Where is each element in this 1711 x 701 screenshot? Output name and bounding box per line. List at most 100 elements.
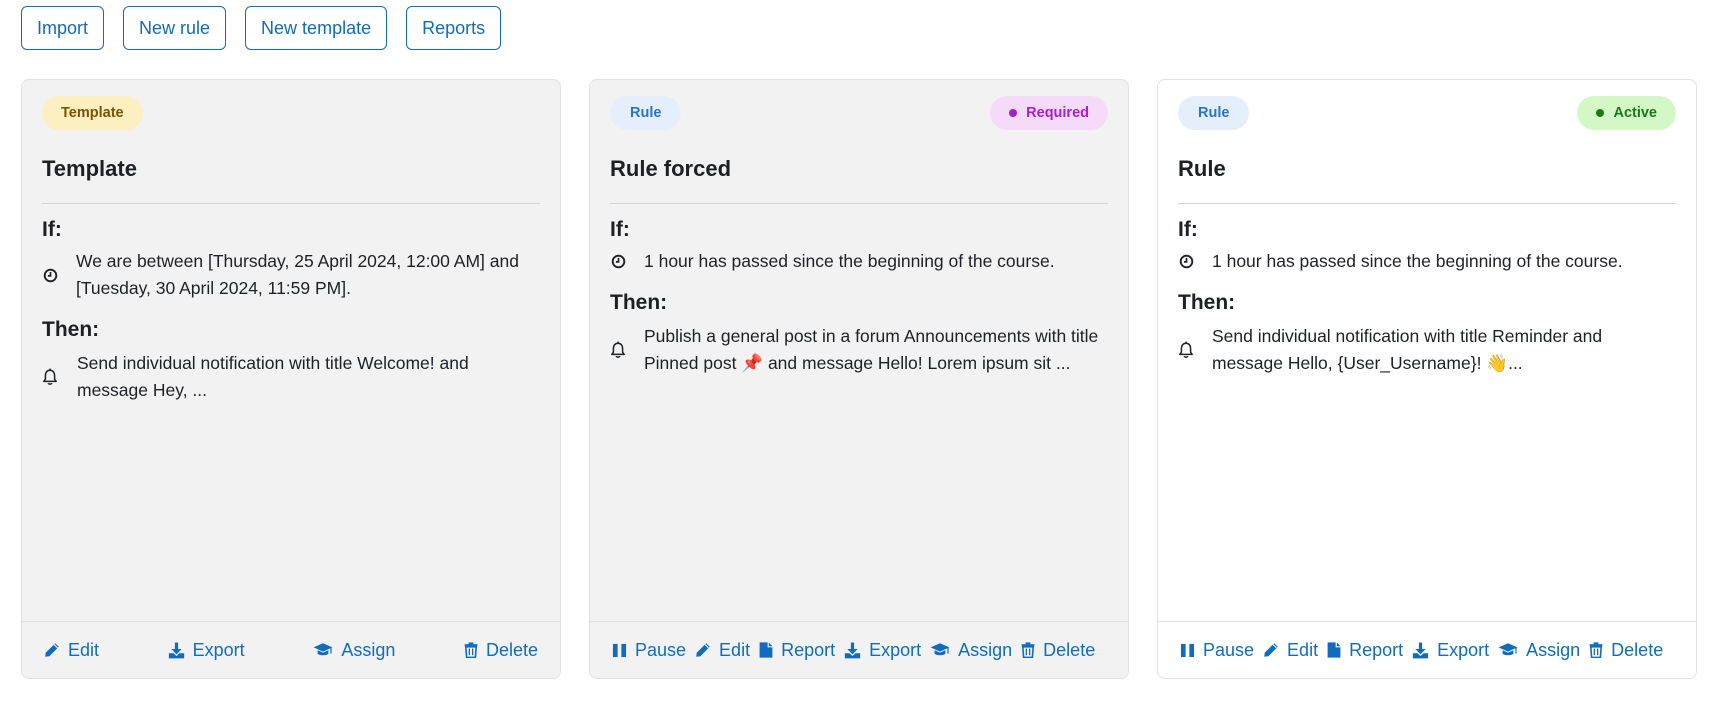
card-footer: Pause Edit Report Export Assign Delete: [590, 621, 1128, 678]
action-text: Send individual notification with title …: [77, 353, 469, 400]
pause-action[interactable]: Pause: [612, 640, 686, 661]
status-label: Active: [1613, 105, 1657, 121]
graduation-cap-icon: [1498, 642, 1518, 658]
pause-icon: [1180, 643, 1195, 658]
graduation-cap-icon: [313, 642, 333, 658]
card-body: Rule Required Rule forced If: 1 hour has…: [610, 96, 1108, 377]
if-label: If:: [42, 218, 62, 241]
divider: [610, 203, 1108, 204]
status-dot: [1596, 109, 1605, 117]
badge-row: Rule Active: [1178, 96, 1676, 130]
pencil-icon: [1263, 642, 1279, 658]
graduation-cap-icon: [930, 642, 950, 658]
assign-action[interactable]: Assign: [313, 640, 395, 661]
export-label: Export: [1437, 639, 1490, 660]
then-label: Then:: [1178, 291, 1236, 314]
then-label: Then:: [610, 291, 668, 314]
bell-icon: [42, 368, 58, 386]
delete-action[interactable]: Delete: [1021, 640, 1095, 661]
report-label: Report: [781, 639, 836, 660]
status-dot: [1009, 109, 1018, 117]
pencil-icon: [695, 642, 711, 658]
edit-label: Edit: [1287, 639, 1319, 660]
then-label: Then:: [42, 318, 100, 341]
card-title: Rule: [1178, 156, 1226, 181]
badge-row: Template: [42, 96, 540, 130]
edit-label: Edit: [68, 639, 100, 660]
status-badge: Required: [990, 96, 1108, 130]
type-badge: Rule: [610, 96, 682, 130]
action-item: Send individual notification with title …: [42, 350, 540, 404]
toolbar: Import New rule New template Reports: [21, 6, 502, 50]
import-button[interactable]: Import: [21, 6, 105, 50]
status-label: Required: [1026, 105, 1089, 121]
delete-label: Delete: [485, 639, 538, 660]
export-action[interactable]: Export: [1412, 640, 1489, 661]
bell-icon: [610, 341, 626, 359]
card-body: Template Template If: We are between [Th…: [42, 96, 540, 404]
pause-label: Pause: [635, 639, 687, 660]
pause-action[interactable]: Pause: [1180, 640, 1254, 661]
edit-action[interactable]: Edit: [1263, 640, 1318, 661]
rule-card: Rule Active Rule If: 1 hour has passed s…: [1157, 79, 1697, 679]
file-icon: [759, 642, 773, 658]
export-action[interactable]: Export: [168, 640, 245, 661]
delete-label: Delete: [1611, 639, 1664, 660]
divider: [42, 203, 540, 204]
export-action[interactable]: Export: [844, 640, 921, 661]
card-body: Rule Active Rule If: 1 hour has passed s…: [1178, 96, 1676, 377]
delete-label: Delete: [1043, 639, 1096, 660]
download-icon: [168, 642, 185, 659]
delete-action[interactable]: Delete: [1589, 640, 1663, 661]
type-badge: Template: [42, 96, 143, 130]
card-title: Rule forced: [610, 156, 732, 181]
template-card: Template Template If: We are between [Th…: [21, 79, 561, 679]
if-label: If:: [610, 218, 630, 241]
export-label: Export: [192, 639, 245, 660]
assign-label: Assign: [341, 639, 396, 660]
assign-action[interactable]: Assign: [1498, 640, 1580, 661]
trash-icon: [1589, 642, 1603, 658]
report-action[interactable]: Report: [759, 640, 835, 661]
pencil-icon: [44, 642, 60, 658]
new-template-button[interactable]: New template: [245, 6, 388, 50]
assign-label: Assign: [1526, 639, 1581, 660]
status-badge: Active: [1577, 96, 1676, 130]
if-label: If:: [1178, 218, 1198, 241]
rule-forced-card: Rule Required Rule forced If: 1 hour has…: [589, 79, 1129, 679]
download-icon: [844, 642, 861, 659]
action-item: Publish a general post in a forum Announ…: [610, 323, 1108, 377]
edit-label: Edit: [719, 639, 751, 660]
export-label: Export: [869, 639, 922, 660]
bell-icon: [1178, 341, 1194, 359]
reports-button[interactable]: Reports: [406, 6, 502, 50]
badge-row: Rule Required: [610, 96, 1108, 130]
clock-icon: [610, 253, 626, 271]
divider: [1178, 203, 1676, 204]
action-text: Send individual notification with title …: [1212, 326, 1603, 373]
edit-action[interactable]: Edit: [695, 640, 750, 661]
condition-item: 1 hour has passed since the beginning of…: [610, 248, 1108, 275]
edit-action[interactable]: Edit: [44, 640, 99, 661]
assign-label: Assign: [958, 639, 1013, 660]
condition-item: We are between [Thursday, 25 April 2024,…: [42, 248, 540, 302]
condition-text: 1 hour has passed since the beginning of…: [644, 251, 1055, 271]
action-text: Publish a general post in a forum Announ…: [644, 326, 1099, 373]
report-label: Report: [1349, 639, 1404, 660]
card-footer: Edit Export Assign Delete: [22, 621, 560, 678]
condition-text: 1 hour has passed since the beginning of…: [1212, 251, 1623, 271]
report-action[interactable]: Report: [1327, 640, 1403, 661]
pause-icon: [612, 643, 627, 658]
pause-label: Pause: [1203, 639, 1255, 660]
type-badge: Rule: [1178, 96, 1250, 130]
rules-card-list: Template Template If: We are between [Th…: [21, 79, 1697, 679]
assign-action[interactable]: Assign: [930, 640, 1012, 661]
clock-icon: [42, 266, 58, 284]
trash-icon: [1021, 642, 1035, 658]
card-footer: Pause Edit Report Export Assign Delete: [1158, 621, 1696, 678]
new-rule-button[interactable]: New rule: [123, 6, 227, 50]
condition-item: 1 hour has passed since the beginning of…: [1178, 248, 1676, 275]
trash-icon: [464, 642, 478, 658]
condition-text: We are between [Thursday, 25 April 2024,…: [76, 251, 519, 298]
delete-action[interactable]: Delete: [464, 640, 538, 661]
